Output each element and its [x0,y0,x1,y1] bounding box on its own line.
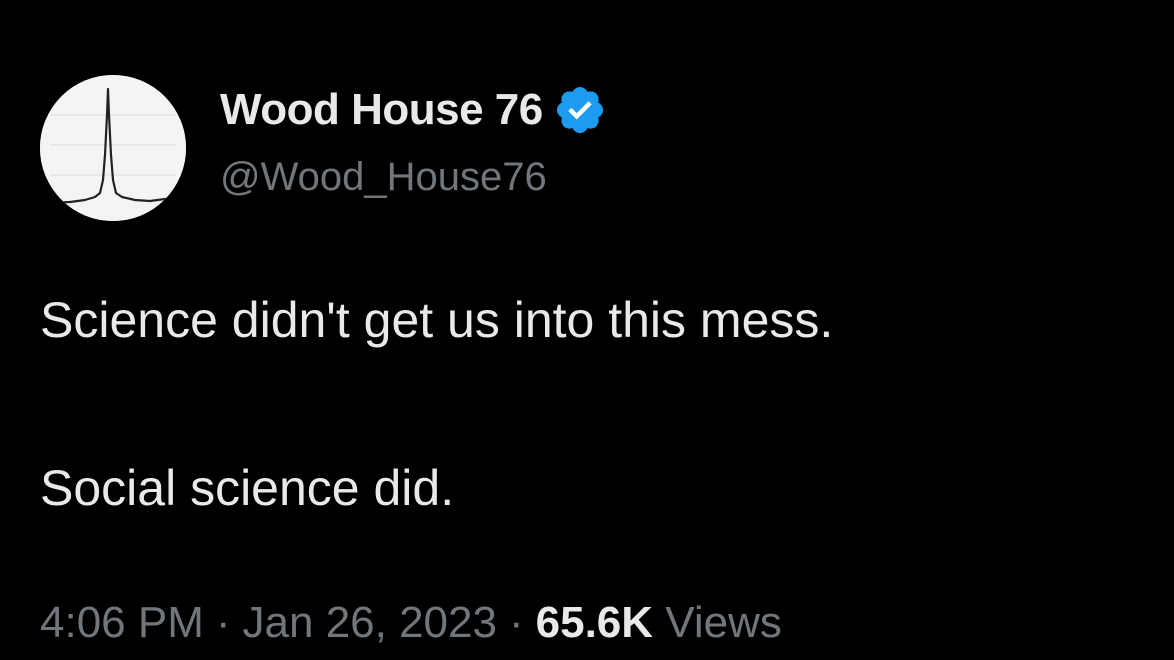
tweet-text-line: Science didn't get us into this mess. [40,292,834,348]
tweet-body: Science didn't get us into this mess. So… [40,280,1140,528]
tweet-card: Wood House 76 @Wood_House76 Science didn… [0,0,1174,660]
tweet-text-line: Social science did. [40,460,455,516]
meta-separator: · [508,598,524,647]
views-label: Views [665,598,782,647]
avatar[interactable] [40,75,186,221]
author-name-row: Wood House 76 [220,82,607,138]
tweet-date[interactable]: Jan 26, 2023 [243,598,497,647]
author-display-name[interactable]: Wood House 76 [220,85,543,135]
views-count: 65.6K [535,598,654,647]
tweet-time[interactable]: 4:06 PM [40,598,204,647]
verified-badge-icon[interactable] [553,83,607,137]
tweet-metadata: 4:06 PM · Jan 26, 2023 · 65.6K Views [40,598,782,648]
author-handle[interactable]: @Wood_House76 [220,155,547,200]
spectrum-peak-avatar-icon [40,75,186,221]
meta-separator: · [215,598,231,647]
